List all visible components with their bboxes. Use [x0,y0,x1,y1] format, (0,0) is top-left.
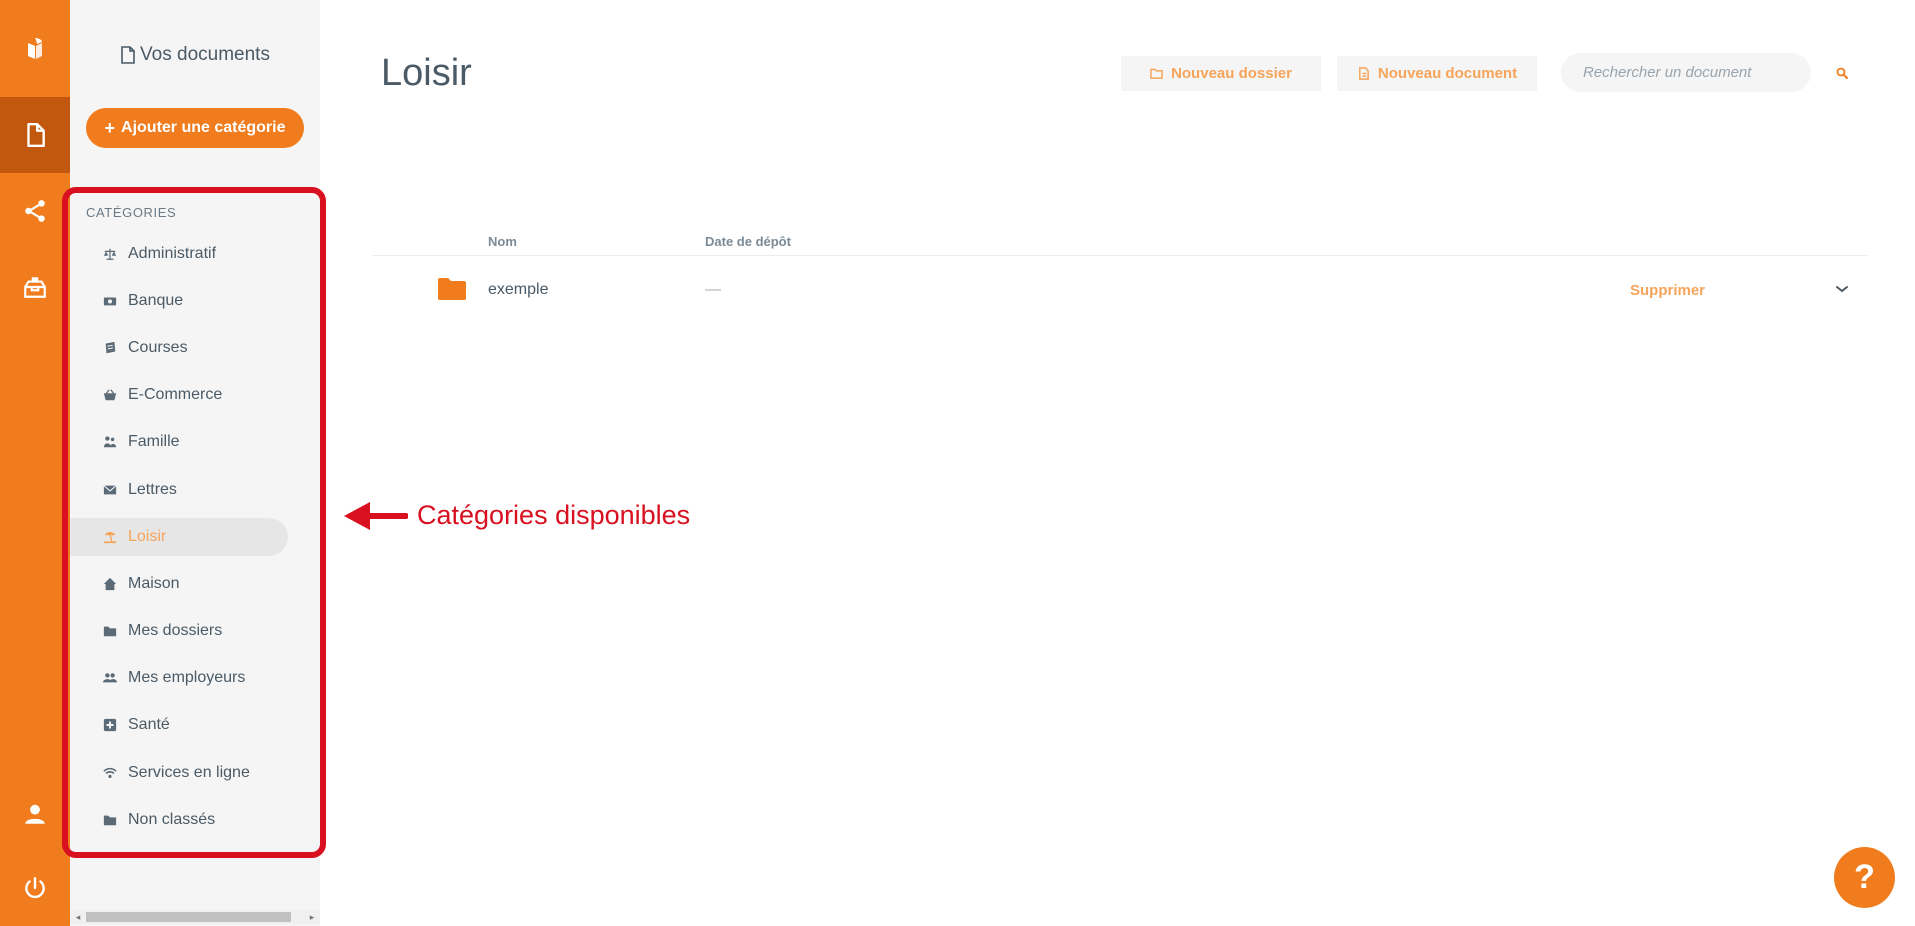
sidebar-item-label: Non classés [128,810,216,828]
new-folder-button[interactable]: Nouveau dossier [1121,56,1321,91]
add-category-label: Ajouter une catégorie [121,119,286,136]
envelope-icon [102,482,118,498]
scale-icon [102,246,118,262]
annotation-highlight-box [62,187,326,858]
left-rail [0,0,70,926]
health-icon [102,717,118,733]
folder-icon [438,278,466,300]
sidebar-item-label: Maison [128,574,180,592]
user-icon [25,804,45,824]
sidebar-item-label: E-Commerce [128,386,223,404]
profile-nav-button[interactable] [0,776,70,852]
power-icon [25,877,45,899]
inbox-icon [24,277,46,298]
annotation-text: Catégories disponibles [417,500,691,530]
receipt-icon [102,340,118,356]
sidebar-item-label: Santé [128,716,170,734]
sidebar-item-label: Famille [128,433,180,451]
folder-icon [102,623,118,639]
help-button[interactable]: ? [1834,847,1895,908]
new-document-label: Nouveau document [1377,65,1518,82]
table-row[interactable]: exemple — Supprimer [372,270,1867,312]
annotation-arrow-icon [344,502,408,530]
sidebar-item-label: Services en ligne [128,763,250,781]
folder-icon [102,812,118,828]
scroll-right-icon[interactable]: ▸ [307,912,317,922]
folder-plus-icon [1150,68,1163,79]
logout-nav-button[interactable] [0,850,70,926]
document-plus-icon [1358,67,1369,80]
row-name[interactable]: exemple [488,281,548,299]
column-header-name[interactable]: Nom [488,234,517,249]
document-icon [27,122,45,148]
new-folder-label: Nouveau dossier [1171,65,1292,82]
delete-button[interactable]: Supprimer [1630,282,1705,299]
wifi-icon [102,765,118,781]
column-header-date[interactable]: Date de dépôt [705,234,791,249]
scrollbar-thumb[interactable] [86,912,291,922]
table-header: Nom Date de dépôt [372,234,1867,256]
documents-nav-button[interactable] [0,97,70,173]
share-nav-button[interactable] [0,173,70,249]
sidebar-title-text: Vos documents [140,44,270,65]
basket-icon [102,387,118,403]
search-input[interactable] [1561,53,1811,92]
row-date: — [705,281,721,298]
sidebar-item-label: Administratif [128,244,217,262]
share-icon [25,200,45,222]
sidebar-item-label: Mes employeurs [128,669,246,687]
inbox-nav-button[interactable] [0,249,70,325]
new-document-button[interactable]: Nouveau document [1337,56,1537,91]
add-category-button[interactable]: + Ajouter une catégorie [86,108,304,148]
family-icon [102,434,118,450]
money-icon [102,293,118,309]
document-outline-icon [121,46,135,64]
people-icon [102,670,118,686]
logo-icon [28,38,42,59]
sidebar-item-label: Mes dossiers [128,622,223,640]
sidebar-item-label: Loisir [128,527,167,545]
sidebar-item-label: Banque [128,291,184,309]
page-title: Loisir [381,52,472,94]
beach-icon [102,529,118,545]
scroll-left-icon[interactable]: ◂ [73,912,83,922]
home-icon [102,576,118,592]
logo-button[interactable] [0,10,70,86]
search-icon[interactable] [1836,67,1848,79]
sidebar-title: Vos documents [70,44,320,66]
chevron-down-icon[interactable] [1835,284,1849,294]
sidebar-item-label: Lettres [128,480,177,498]
sidebar-item-label: Courses [128,338,188,356]
sidebar-horizontal-scrollbar[interactable]: ◂ ▸ [70,910,320,924]
app: Vos documents + Ajouter une catégorie CA… [0,0,1915,926]
plus-icon: + [104,118,116,138]
